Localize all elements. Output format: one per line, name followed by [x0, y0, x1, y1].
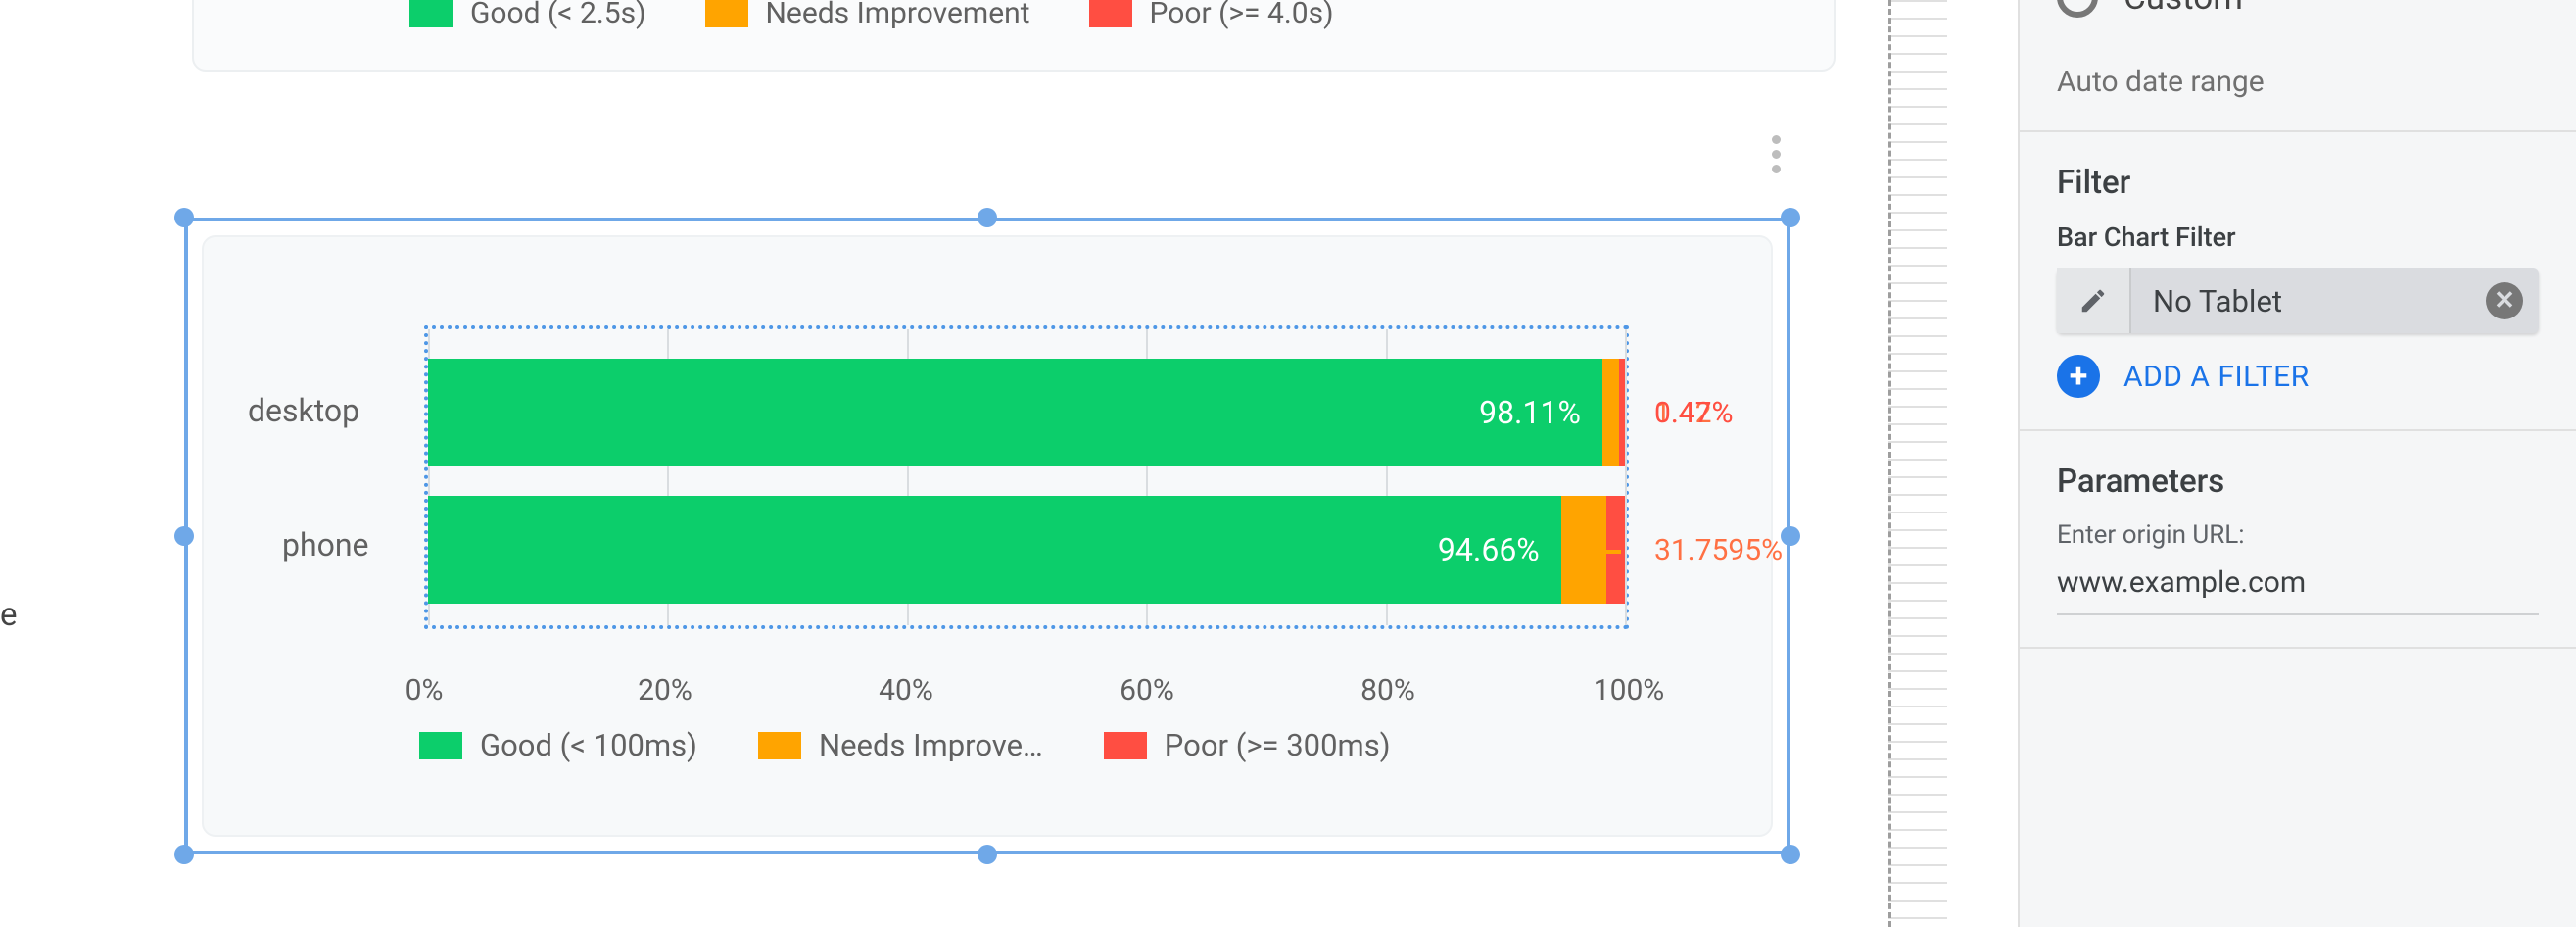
legend-label-good: Good (< 2.5s)	[470, 0, 646, 30]
filter-group: Filter Bar Chart Filter No Tablet ✕ + AD…	[2020, 132, 2576, 431]
upper-chart-card[interactable]: Good (< 2.5s) Needs Improvement Poor (>=…	[192, 0, 1836, 72]
close-icon: ✕	[2486, 282, 2523, 319]
more-options-button[interactable]	[1751, 129, 1800, 178]
legend-label-ni: Needs Improvement	[766, 0, 1030, 30]
resize-handle-bm[interactable]	[978, 845, 997, 864]
properties-panel: Custom Auto date range Filter Bar Chart …	[2018, 0, 2576, 927]
legend-swatch-poor	[1089, 0, 1132, 27]
add-filter-label: ADD A FILTER	[2123, 360, 2310, 394]
parameters-group: Parameters Enter origin URL: www.example…	[2020, 431, 2576, 649]
date-range-group: Custom Auto date range	[2020, 0, 2576, 132]
radio-custom[interactable]	[2057, 0, 2098, 18]
selected-chart-container[interactable]: desktop phone 98.11% 1.42% 0.47%	[184, 218, 1790, 854]
selection-outline	[184, 218, 1790, 854]
filter-sub-label: Bar Chart Filter	[2057, 221, 2539, 253]
add-filter-button[interactable]: + ADD A FILTER	[2057, 355, 2539, 398]
plus-icon: +	[2057, 355, 2100, 398]
remove-filter-button[interactable]: ✕	[2470, 268, 2539, 333]
filter-chip[interactable]: No Tablet ✕	[2057, 268, 2539, 333]
vertical-ruler	[1888, 0, 1947, 927]
resize-handle-tl[interactable]	[174, 208, 194, 227]
legend-swatch-good	[409, 0, 453, 27]
upper-legend: Good (< 2.5s) Needs Improvement Poor (>=…	[409, 0, 1334, 30]
parameters-heading: Parameters	[2057, 463, 2539, 501]
legend-swatch-ni	[705, 0, 748, 27]
resize-handle-tr[interactable]	[1781, 208, 1800, 227]
resize-handle-mr[interactable]	[1781, 526, 1800, 546]
pencil-icon	[2078, 286, 2108, 316]
radio-custom-label: Custom	[2123, 0, 2243, 18]
resize-handle-br[interactable]	[1781, 845, 1800, 864]
resize-handle-tm[interactable]	[978, 208, 997, 227]
filter-heading: Filter	[2057, 164, 2539, 202]
resize-handle-bl[interactable]	[174, 845, 194, 864]
legend-label-poor: Poor (>= 4.0s)	[1150, 0, 1334, 30]
auto-date-range-link[interactable]: Auto date range	[2057, 65, 2539, 99]
cropped-text-fragment: e	[0, 596, 18, 634]
edit-filter-button[interactable]	[2057, 268, 2131, 333]
resize-handle-ml[interactable]	[174, 526, 194, 546]
report-canvas[interactable]: e Good (< 2.5s) Needs Improvement Poor (…	[0, 0, 1890, 927]
origin-url-input[interactable]: www.example.com	[2057, 565, 2539, 615]
filter-chip-label: No Tablet	[2131, 268, 2470, 333]
param-field-label: Enter origin URL:	[2057, 520, 2539, 550]
